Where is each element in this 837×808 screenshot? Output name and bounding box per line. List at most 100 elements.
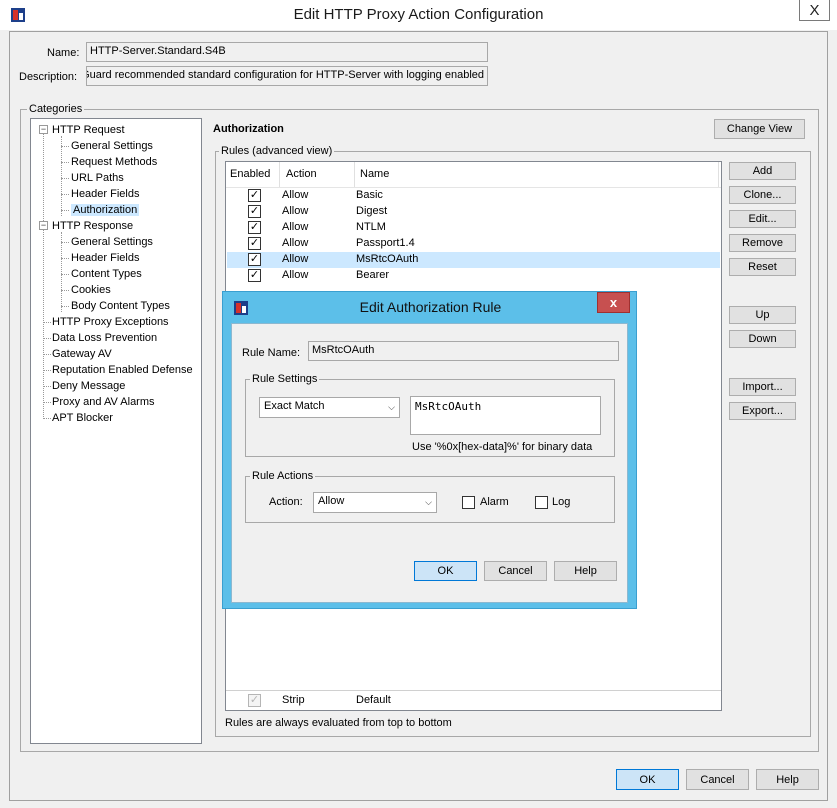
alarm-checkbox[interactable]: [462, 496, 475, 509]
tree-item-label: Gateway AV: [52, 348, 112, 360]
tree-item-label: HTTP Request: [52, 124, 125, 136]
ok-button[interactable]: OK: [616, 769, 679, 790]
name-field[interactable]: HTTP-Server.Standard.S4B: [86, 42, 488, 62]
reset-button[interactable]: Reset: [729, 258, 796, 276]
action-select[interactable]: Allow ⌵: [313, 492, 437, 513]
tree-item[interactable]: HTTP Request: [52, 122, 125, 138]
default-rule-action: Strip: [282, 694, 305, 706]
rule-actions-title: Rule Actions: [250, 470, 316, 482]
description-field[interactable]: Guard recommended standard configuration…: [86, 66, 488, 86]
tree-item[interactable]: General Settings: [71, 138, 153, 154]
tree-line: [61, 258, 69, 259]
close-icon: x: [609, 295, 618, 310]
cancel-button[interactable]: Cancel: [686, 769, 749, 790]
tree-item[interactable]: Cookies: [71, 282, 111, 298]
collapse-icon[interactable]: −: [39, 221, 48, 230]
description-label: Description:: [19, 71, 78, 83]
up-button[interactable]: Up: [729, 306, 796, 324]
category-tree[interactable]: HTTP Request − General Settings Request Met…: [30, 118, 202, 744]
rule-row[interactable]: ✓ Allow Basic: [227, 188, 720, 204]
rule-enabled-checkbox[interactable]: ✓: [248, 237, 261, 250]
tree-line: [61, 232, 62, 312]
binary-data-hint: Use '%0x[hex-data]%' for binary data: [412, 441, 593, 453]
rule-name-label: Rule Name:: [242, 347, 301, 359]
remove-button[interactable]: Remove: [729, 234, 796, 252]
tree-item-label: Proxy and AV Alarms: [52, 396, 155, 408]
column-header-action[interactable]: Action: [280, 162, 355, 187]
tree-item-label: General Settings: [71, 236, 153, 248]
tree-item[interactable]: APT Blocker: [52, 410, 113, 426]
tree-item[interactable]: Deny Message: [52, 378, 125, 394]
tree-item[interactable]: URL Paths: [71, 170, 124, 186]
rule-enabled-checkbox[interactable]: ✓: [248, 189, 261, 202]
rule-row[interactable]: ✓ Allow NTLM: [227, 220, 720, 236]
tree-item[interactable]: Body Content Types: [71, 298, 170, 314]
rule-enabled-checkbox[interactable]: ✓: [248, 269, 261, 282]
match-type-value: Exact Match: [264, 400, 325, 412]
tree-item[interactable]: Request Methods: [71, 154, 157, 170]
down-button[interactable]: Down: [729, 330, 796, 348]
chevron-down-icon: ⌵: [425, 497, 432, 507]
edit-button[interactable]: Edit...: [729, 210, 796, 228]
rule-name: NTLM: [356, 221, 386, 233]
action-value: Allow: [318, 495, 345, 507]
default-row-divider: [226, 690, 721, 691]
tree-item[interactable]: Header Fields: [71, 250, 139, 266]
collapse-icon[interactable]: −: [39, 125, 48, 134]
dialog-cancel-button[interactable]: Cancel: [484, 561, 547, 581]
import-button[interactable]: Import...: [729, 378, 796, 396]
rule-row[interactable]: ✓ Allow Bearer: [227, 268, 720, 284]
tree-line: [61, 290, 69, 291]
match-type-select[interactable]: Exact Match ⌵: [259, 397, 400, 418]
dialog-content: Rule Name: MsRtcOAuth Rule Settings Exac…: [231, 323, 628, 603]
rules-footer-note: Rules are always evaluated from top to b…: [225, 717, 452, 729]
pattern-input[interactable]: MsRtcOAuth: [410, 396, 601, 435]
tree-item-label: Data Loss Prevention: [52, 332, 158, 344]
dialog-ok-button[interactable]: OK: [414, 561, 477, 581]
tree-line: [43, 402, 51, 403]
help-button[interactable]: Help: [756, 769, 819, 790]
tree-line: [61, 146, 69, 147]
dialog-help-button[interactable]: Help: [554, 561, 617, 581]
tree-item[interactable]: Data Loss Prevention: [52, 330, 157, 346]
change-view-button[interactable]: Change View: [714, 119, 805, 139]
window-close-button[interactable]: X: [799, 0, 830, 21]
rule-enabled-checkbox[interactable]: ✓: [248, 253, 261, 266]
dialog-close-button[interactable]: x: [597, 292, 630, 313]
rules-group-title: Rules (advanced view): [219, 145, 335, 157]
rule-enabled-checkbox[interactable]: ✓: [248, 221, 261, 234]
column-header-name[interactable]: Name: [355, 162, 719, 187]
tree-item[interactable]: HTTP Proxy Exceptions: [52, 314, 169, 330]
tree-item-label: Request Methods: [71, 156, 158, 168]
rule-row[interactable]: ✓ Allow MsRtcOAuth: [227, 252, 720, 268]
tree-item[interactable]: Header Fields: [71, 186, 139, 202]
log-label: Log: [552, 496, 571, 508]
tree-line: [61, 242, 69, 243]
rule-row[interactable]: ✓ Allow Passport1.4: [227, 236, 720, 252]
export-button[interactable]: Export...: [729, 402, 796, 420]
rule-action: Allow: [282, 253, 309, 265]
tree-item[interactable]: Proxy and AV Alarms: [52, 394, 155, 410]
tree-line: [61, 136, 62, 216]
rule-action: Allow: [282, 189, 309, 201]
authorization-heading: Authorization: [213, 123, 284, 135]
tree-item[interactable]: Content Types: [71, 266, 142, 282]
column-header-enabled[interactable]: Enabled: [226, 162, 280, 187]
default-rule-row: ✓ Strip Default: [227, 693, 720, 709]
rule-action: Allow: [282, 221, 309, 233]
rule-name: Passport1.4: [356, 237, 415, 249]
tree-item[interactable]: HTTP Response: [52, 218, 133, 234]
name-label: Name:: [47, 47, 80, 59]
tree-item[interactable]: Reputation Enabled Defense: [52, 362, 193, 378]
add-button[interactable]: Add: [729, 162, 796, 180]
tree-item-label: URL Paths: [71, 172, 124, 184]
tree-item[interactable]: Gateway AV: [52, 346, 112, 362]
clone-button[interactable]: Clone...: [729, 186, 796, 204]
tree-item[interactable]: Authorization: [71, 202, 140, 218]
tree-item-label: Content Types: [71, 268, 142, 280]
log-checkbox[interactable]: [535, 496, 548, 509]
rule-name-field[interactable]: MsRtcOAuth: [308, 341, 619, 361]
rule-enabled-checkbox[interactable]: ✓: [248, 205, 261, 218]
tree-item[interactable]: General Settings: [71, 234, 153, 250]
rule-row[interactable]: ✓ Allow Digest: [227, 204, 720, 220]
